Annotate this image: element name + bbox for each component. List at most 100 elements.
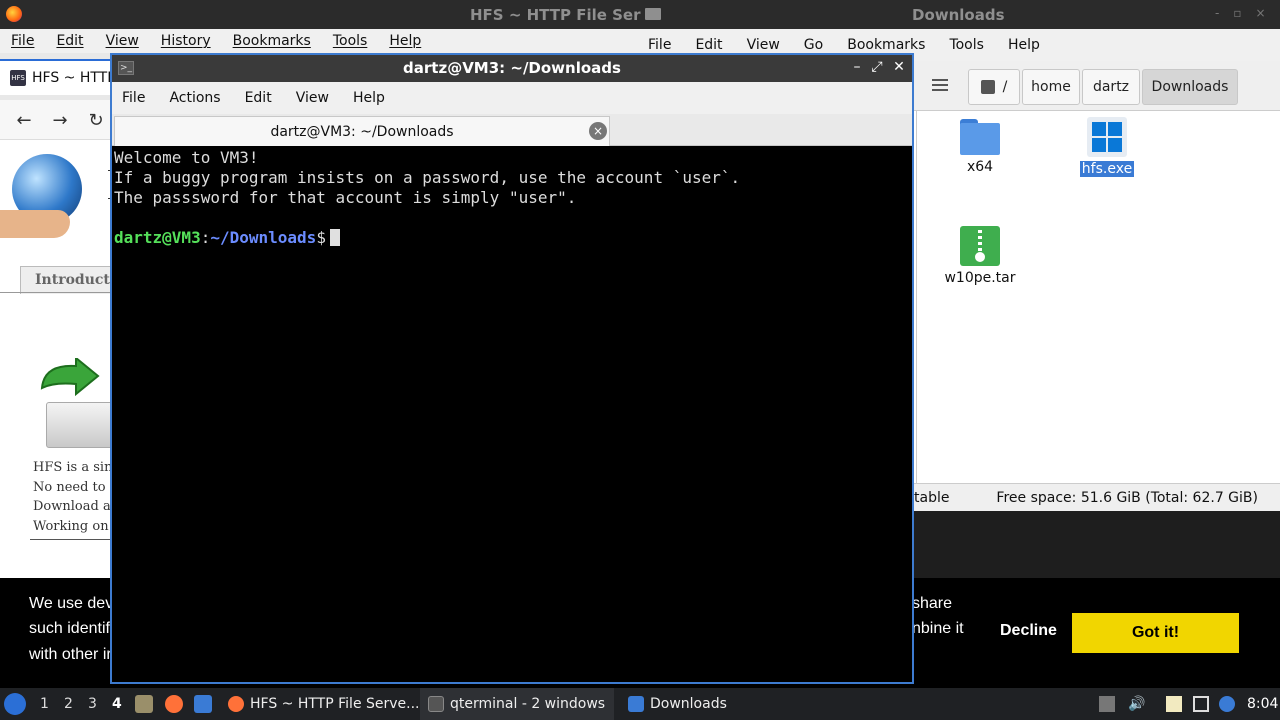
close-icon[interactable]: ✕ xyxy=(890,58,908,76)
task-qterminal[interactable]: qterminal - 2 windows xyxy=(420,688,614,720)
fm-menu-help[interactable]: Help xyxy=(1008,37,1040,53)
reload-icon[interactable]: ↻ xyxy=(84,108,108,132)
firefox-icon xyxy=(228,696,244,712)
back-icon[interactable]: ← xyxy=(12,108,36,132)
tab-title: HFS ~ HTTP xyxy=(32,70,116,86)
hfs-line-3: Download a xyxy=(33,499,111,514)
volume-icon[interactable]: 🔊 xyxy=(1128,696,1145,712)
workspace-4[interactable]: 4 xyxy=(112,696,122,712)
terminal-icon xyxy=(428,696,444,712)
file-item-x64[interactable]: x64 xyxy=(930,119,1030,175)
forward-icon[interactable]: → xyxy=(48,108,72,132)
fm-menu-tools[interactable]: Tools xyxy=(949,37,984,53)
term-menu-file[interactable]: File xyxy=(122,90,145,106)
terminal-window: >_ dartz@VM3: ~/Downloads – ⤢ ✕ File Act… xyxy=(110,53,914,684)
task-label: qterminal - 2 windows xyxy=(450,696,606,712)
hfs-line-4: Working on xyxy=(33,519,109,534)
menu-file[interactable]: File xyxy=(11,33,34,49)
divider xyxy=(30,539,120,540)
network-icon[interactable] xyxy=(1193,696,1209,712)
terminal-line: Welcome to VM3! xyxy=(114,148,259,167)
menu-view[interactable]: View xyxy=(106,33,139,49)
file-manager-launcher-icon[interactable] xyxy=(135,695,153,713)
menu-bookmarks[interactable]: Bookmarks xyxy=(233,33,311,49)
cookie-text-2: such identif xyxy=(29,620,110,637)
firefox-tab-hfs[interactable]: HFS HFS ~ HTTP xyxy=(0,59,120,95)
breadcrumb-label: / xyxy=(1002,79,1008,95)
prompt-path: ~/Downloads xyxy=(210,228,317,247)
breadcrumb-root[interactable]: / xyxy=(968,69,1020,105)
file-item-hfs-exe[interactable]: hfs.exe xyxy=(1057,117,1157,177)
cookie-text-5: nbine it xyxy=(912,620,964,637)
hard-drive-icon xyxy=(46,402,116,448)
terminal-tab-title: dartz@VM3: ~/Downloads xyxy=(270,123,454,140)
file-name: x64 xyxy=(966,159,994,175)
file-name: hfs.exe xyxy=(1079,161,1135,177)
free-space-status: Free space: 51.6 GiB (Total: 62.7 GiB) xyxy=(996,490,1258,506)
workspace-2[interactable]: 2 xyxy=(64,696,73,712)
workspace-3[interactable]: 3 xyxy=(88,696,97,712)
text-cursor xyxy=(329,229,340,246)
tab-introduction[interactable]: Introducti xyxy=(20,266,120,294)
minimize-icon[interactable]: – xyxy=(848,58,866,76)
term-menu-view[interactable]: View xyxy=(296,90,329,106)
terminal-tab[interactable]: dartz@VM3: ~/Downloads × xyxy=(114,116,610,146)
firefox-launcher-icon[interactable] xyxy=(165,695,183,713)
menu-tools[interactable]: Tools xyxy=(333,33,368,49)
taskbar: 1 2 3 4 HFS ~ HTTP File Serve... qtermin… xyxy=(0,688,1280,720)
desktop-icon[interactable] xyxy=(194,695,212,713)
breadcrumb-downloads[interactable]: Downloads xyxy=(1142,69,1238,105)
fm-menu-bookmarks[interactable]: Bookmarks xyxy=(847,37,925,53)
windows-executable-icon xyxy=(1087,117,1127,157)
maximize-icon[interactable]: ⤢ xyxy=(868,58,886,76)
task-downloads[interactable]: Downloads xyxy=(622,688,733,720)
cookie-accept-button[interactable]: Got it! xyxy=(1072,613,1239,653)
hfs-line-1: HFS is a sin xyxy=(33,460,113,475)
terminal-output[interactable]: Welcome to VM3! If a buggy program insis… xyxy=(112,146,912,682)
menu-help[interactable]: Help xyxy=(389,33,421,49)
terminal-titlebar[interactable]: >_ dartz@VM3: ~/Downloads – ⤢ ✕ xyxy=(112,55,912,82)
task-firefox[interactable]: HFS ~ HTTP File Serve... xyxy=(222,688,426,720)
start-menu-icon[interactable] xyxy=(4,693,26,715)
breadcrumb-dartz[interactable]: dartz xyxy=(1082,69,1140,105)
archive-icon xyxy=(960,226,1000,266)
file-name: w10pe.tar xyxy=(944,270,1016,286)
hfs-hand-logo xyxy=(0,210,70,238)
fm-menu-file[interactable]: File xyxy=(648,37,671,53)
file-item-w10pe-tar[interactable]: w10pe.tar xyxy=(930,226,1030,286)
clipboard-icon[interactable] xyxy=(1166,696,1182,712)
filemanager-icon-view: x64 hfs.exe w10pe.tar xyxy=(916,111,1278,483)
drive-icon xyxy=(980,80,995,94)
update-icon[interactable] xyxy=(1219,696,1235,712)
breadcrumb-home[interactable]: home xyxy=(1022,69,1080,105)
menu-edit[interactable]: Edit xyxy=(56,33,83,49)
terminal-prompt: dartz@VM3:~/Downloads$ xyxy=(114,228,912,248)
list-view-icon[interactable] xyxy=(932,79,948,91)
terminal-line: If a buggy program insists on a password… xyxy=(114,168,741,187)
term-menu-actions[interactable]: Actions xyxy=(169,90,220,106)
terminal-tabbar: dartz@VM3: ~/Downloads × xyxy=(112,114,912,146)
terminal-menubar: File Actions Edit View Help xyxy=(112,82,912,114)
firefox-menubar: File Edit View History Bookmarks Tools H… xyxy=(0,29,640,53)
cookie-decline-button[interactable]: Decline xyxy=(1000,622,1057,640)
fm-menu-view[interactable]: View xyxy=(747,37,780,53)
prompt-symbol: $ xyxy=(316,228,326,247)
cookie-text-4: share xyxy=(912,595,953,612)
hfs-favicon-icon: HFS xyxy=(10,70,26,86)
tray-notification-icon[interactable] xyxy=(1099,696,1115,712)
fm-menu-edit[interactable]: Edit xyxy=(695,37,722,53)
workspace-1[interactable]: 1 xyxy=(40,696,49,712)
prompt-separator: : xyxy=(200,228,211,247)
hfs-line-2: No need to xyxy=(33,480,106,495)
fm-menu-go[interactable]: Go xyxy=(804,37,823,53)
folder-icon xyxy=(645,8,661,20)
term-menu-edit[interactable]: Edit xyxy=(245,90,272,106)
window-controls[interactable]: -▫× xyxy=(1215,6,1280,20)
prompt-user: dartz@VM3 xyxy=(114,228,201,247)
menu-history[interactable]: History xyxy=(161,33,211,49)
cookie-text-1: We use dev xyxy=(29,595,114,612)
term-menu-help[interactable]: Help xyxy=(353,90,385,106)
tab-close-icon[interactable]: × xyxy=(589,122,607,140)
clock[interactable]: 8:04 xyxy=(1247,696,1278,712)
